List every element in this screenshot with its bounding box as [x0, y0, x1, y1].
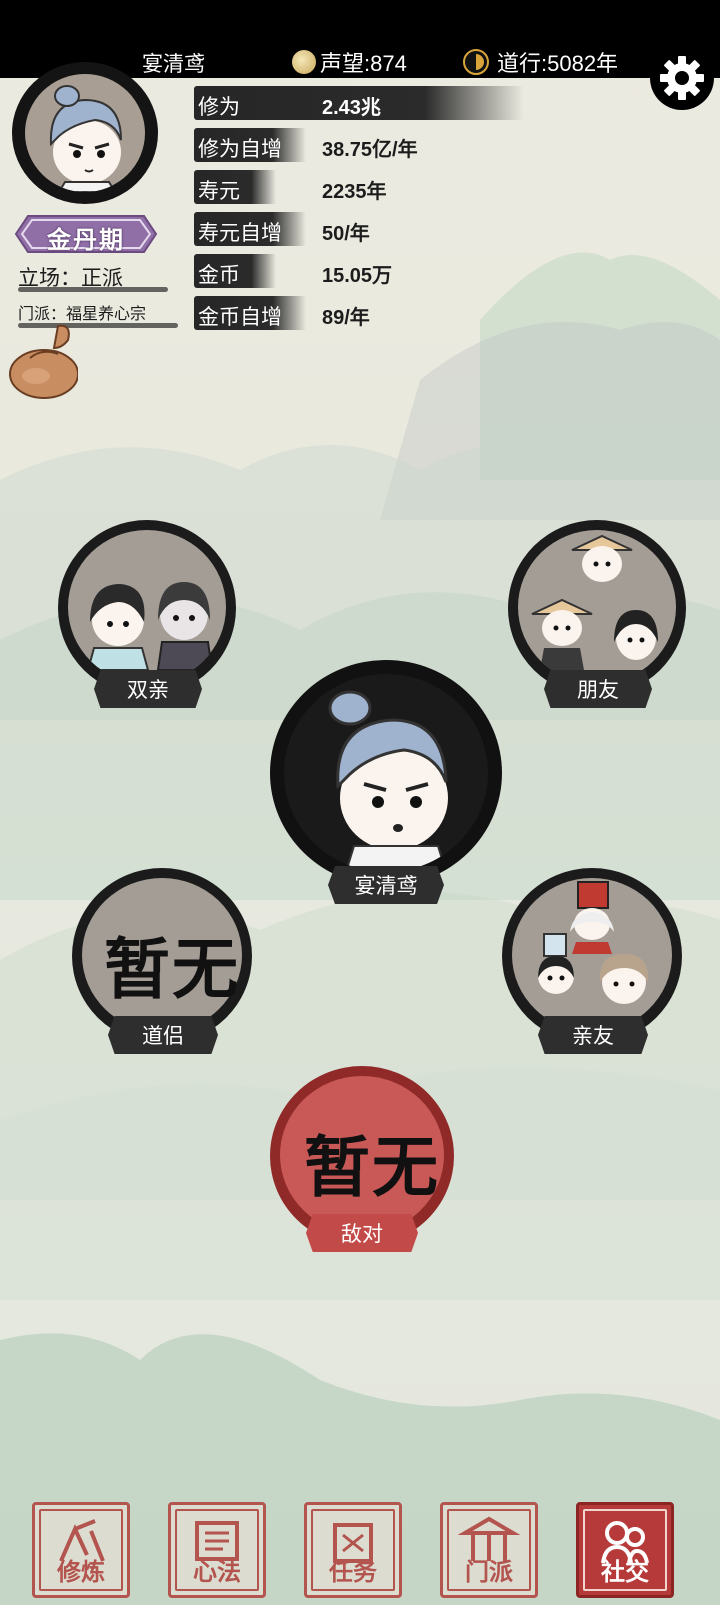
self-portrait-icon [328, 690, 448, 872]
player-avatar[interactable] [12, 62, 158, 204]
realm-label: 金丹期 [47, 225, 125, 254]
bottom-navigation: 修炼 心法 任务 门派 社交 [0, 1496, 720, 1605]
stat-label: 金币 [198, 264, 240, 287]
inventory-bag-button[interactable] [6, 318, 79, 402]
stat-label: 金币自增 [198, 306, 282, 329]
bag-icon [9, 324, 79, 399]
relation-enemy-empty: 暂无 [304, 1128, 440, 1206]
nav-sect-button[interactable]: 门派 [440, 1502, 538, 1598]
nav-social-label: 社交 [601, 1559, 649, 1586]
relation-enemy-label: 敌对 [306, 1214, 418, 1252]
reputation-readout: 声望:874 [292, 46, 407, 78]
relation-self-label: 宴清鸢 [328, 866, 444, 904]
relation-friends-label: 朋友 [544, 670, 652, 708]
relation-self[interactable]: 宴清鸢 [270, 660, 502, 904]
relation-partner[interactable]: 暂无 道侣 [72, 868, 256, 1058]
relation-friends[interactable]: 朋友 [508, 520, 688, 710]
player-portrait-icon [49, 85, 122, 192]
nav-sect-label: 门派 [465, 1559, 513, 1586]
stat-label: 修为 [198, 96, 240, 119]
friends-portrait-icon [531, 534, 658, 670]
daoxing-value: 道行:5082年 [497, 51, 619, 76]
relation-partner-label: 道侣 [108, 1016, 218, 1054]
realm-badge: 金丹期 [14, 212, 158, 256]
taiji-icon [463, 49, 489, 75]
nav-mentalart-label: 心法 [193, 1559, 241, 1586]
relation-parents[interactable]: 双亲 [58, 520, 238, 710]
nav-cultivate-button[interactable]: 修炼 [32, 1502, 130, 1598]
stat-value: 2235年 [322, 181, 387, 203]
nav-social-button[interactable]: 社交 [576, 1502, 674, 1598]
relation-parents-label: 双亲 [94, 670, 202, 708]
stat-label: 寿元自增 [198, 222, 282, 245]
stat-label: 修为自增 [198, 138, 282, 161]
player-name: 宴清鸢 [142, 53, 205, 76]
reputation-value: 声望:874 [320, 51, 407, 76]
relation-partner-empty: 暂无 [104, 930, 240, 1008]
nav-mentalart-button[interactable]: 心法 [168, 1502, 266, 1598]
stat-label: 寿元 [198, 180, 240, 203]
nav-task-label: 任务 [329, 1559, 377, 1586]
nav-cultivate-label: 修炼 [57, 1559, 105, 1586]
stat-value: 15.05万 [322, 265, 393, 287]
stance-line: 立场：正派 [18, 262, 168, 294]
relatives-portrait-icon [538, 881, 649, 1004]
nav-task-button[interactable]: 任务 [304, 1502, 402, 1598]
stat-value: 50/年 [322, 223, 370, 245]
stat-value: 2.43兆 [322, 97, 381, 119]
gear-icon [660, 56, 704, 100]
relation-relatives-label: 亲友 [538, 1016, 648, 1054]
reputation-coin-icon [292, 50, 316, 74]
stat-value: 89/年 [322, 307, 370, 329]
relation-relatives[interactable]: 亲友 [502, 868, 686, 1058]
parents-portrait-icon [86, 582, 214, 671]
daoxing-readout: 道行:5082年 [463, 46, 618, 78]
settings-button[interactable] [650, 46, 714, 110]
stat-value: 38.75亿/年 [322, 139, 418, 161]
relation-enemy[interactable]: 暂无 敌对 [270, 1066, 458, 1256]
